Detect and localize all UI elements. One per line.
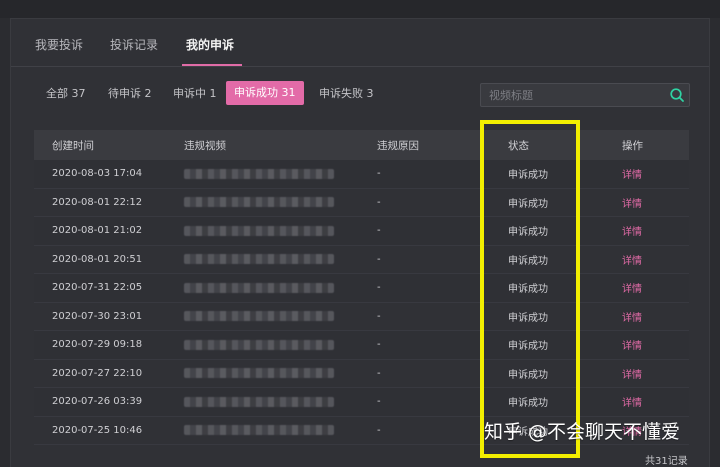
detail-link[interactable]: 详情 [622, 246, 642, 274]
blurred-video-title[interactable] [184, 217, 334, 245]
detail-link[interactable]: 详情 [622, 217, 642, 245]
row-created-time: 2020-07-29 09:18 [52, 339, 143, 351]
row-created-time: 2020-08-03 17:04 [52, 168, 143, 180]
table-body: 2020-08-03 17:04 - 申诉成功 详情 2020-08-01 22… [34, 160, 689, 445]
appeal-panel: 我要投诉 投诉记录 我的申诉 全部 37 待申诉 2 申诉中 1 申诉成功 31… [10, 18, 710, 467]
row-reason: - [377, 282, 381, 294]
blurred-video-title[interactable] [184, 303, 334, 331]
row-created-time: 2020-07-27 22:10 [52, 367, 143, 379]
table-row: 2020-08-03 17:04 - 申诉成功 详情 [34, 160, 689, 189]
row-status: 申诉成功 [508, 341, 548, 353]
video-title-search-input[interactable] [481, 84, 661, 106]
filter-appealing[interactable]: 申诉中 1 [173, 87, 217, 101]
detail-link[interactable]: 详情 [622, 189, 642, 217]
row-status: 申诉成功 [508, 227, 548, 239]
header-violation-video: 违规视频 [184, 139, 226, 152]
filter-pending-appeal[interactable]: 待申诉 2 [108, 87, 152, 101]
detail-link[interactable]: 详情 [622, 303, 642, 331]
row-status: 申诉成功 [508, 170, 548, 182]
row-reason: - [377, 424, 381, 436]
table-row: 2020-08-01 22:12 - 申诉成功 详情 [34, 188, 689, 217]
tab-file-complaint[interactable]: 我要投诉 [35, 37, 83, 53]
detail-link[interactable]: 详情 [622, 160, 642, 188]
row-status: 申诉成功 [508, 369, 548, 381]
row-reason: - [377, 396, 381, 408]
active-tab-indicator [182, 64, 242, 66]
row-created-time: 2020-07-31 22:05 [52, 282, 143, 294]
row-status: 申诉成功 [508, 284, 548, 296]
header-created-time: 创建时间 [52, 139, 94, 152]
row-created-time: 2020-07-26 03:39 [52, 396, 143, 408]
blurred-video-title[interactable] [184, 189, 334, 217]
row-status: 申诉成功 [508, 198, 548, 210]
search-box [480, 83, 690, 107]
row-status: 申诉成功 [508, 255, 548, 267]
record-count: 共31记录 [645, 456, 688, 467]
search-icon[interactable] [669, 87, 685, 103]
table-row: 2020-07-30 23:01 - 申诉成功 详情 [34, 302, 689, 331]
row-reason: - [377, 168, 381, 180]
table-row: 2020-07-27 22:10 - 申诉成功 详情 [34, 359, 689, 388]
appeal-table: 创建时间 违规视频 违规原因 状态 操作 2020-08-03 17:04 - … [34, 130, 689, 445]
table-row: 2020-07-29 09:18 - 申诉成功 详情 [34, 331, 689, 360]
blurred-video-title[interactable] [184, 331, 334, 359]
blurred-video-title[interactable] [184, 417, 334, 445]
blurred-video-title[interactable] [184, 246, 334, 274]
filter-appeal-failed[interactable]: 申诉失败 3 [319, 87, 374, 101]
row-reason: - [377, 196, 381, 208]
table-row: 2020-08-01 20:51 - 申诉成功 详情 [34, 245, 689, 274]
blurred-video-title[interactable] [184, 160, 334, 188]
filter-appeal-success[interactable]: 申诉成功 31 [226, 81, 304, 105]
row-status: 申诉成功 [508, 398, 548, 410]
detail-link[interactable]: 详情 [622, 274, 642, 302]
row-created-time: 2020-08-01 21:02 [52, 225, 143, 237]
row-reason: - [377, 253, 381, 265]
main-tabs: 我要投诉 投诉记录 我的申诉 [11, 19, 709, 67]
row-created-time: 2020-08-01 20:51 [52, 253, 143, 265]
header-status: 状态 [508, 139, 529, 152]
blurred-video-title[interactable] [184, 388, 334, 416]
tab-my-appeals[interactable]: 我的申诉 [186, 37, 234, 53]
detail-link[interactable]: 详情 [622, 360, 642, 388]
blurred-video-title[interactable] [184, 360, 334, 388]
header-operation: 操作 [622, 139, 643, 152]
blurred-video-title[interactable] [184, 274, 334, 302]
detail-link[interactable]: 详情 [622, 388, 642, 416]
table-header: 创建时间 违规视频 违规原因 状态 操作 [34, 130, 689, 160]
row-created-time: 2020-07-30 23:01 [52, 310, 143, 322]
row-status: 申诉成功 [508, 312, 548, 324]
watermark: 知乎 @不会聊天不懂爱 [484, 421, 681, 443]
row-reason: - [377, 225, 381, 237]
table-row: 2020-07-26 03:39 - 申诉成功 详情 [34, 388, 689, 417]
row-reason: - [377, 310, 381, 322]
row-created-time: 2020-07-25 10:46 [52, 424, 143, 436]
detail-link[interactable]: 详情 [622, 331, 642, 359]
row-reason: - [377, 339, 381, 351]
table-row: 2020-07-31 22:05 - 申诉成功 详情 [34, 274, 689, 303]
table-row: 2020-08-01 21:02 - 申诉成功 详情 [34, 217, 689, 246]
top-bar [0, 0, 720, 18]
row-reason: - [377, 367, 381, 379]
filter-all[interactable]: 全部 37 [46, 87, 86, 101]
header-violation-reason: 违规原因 [377, 139, 419, 152]
row-created-time: 2020-08-01 22:12 [52, 196, 143, 208]
tab-complaint-records[interactable]: 投诉记录 [110, 37, 158, 53]
